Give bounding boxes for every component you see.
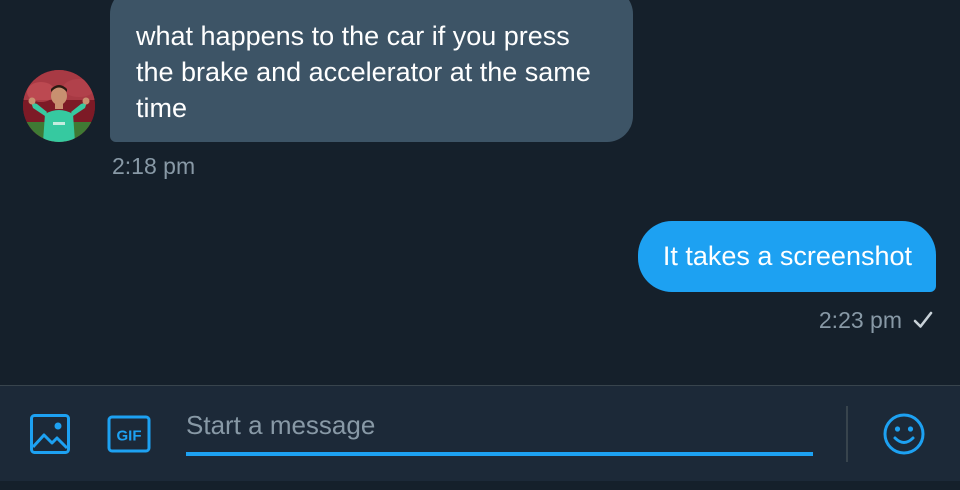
message-text: It takes a screenshot [662, 241, 912, 271]
outgoing-message-meta: 2:23 pm [819, 306, 934, 334]
composer-divider [846, 406, 848, 462]
message-text-line: time [136, 93, 188, 123]
sender-avatar[interactable] [23, 70, 95, 142]
incoming-message-bubble[interactable]: what happens to the car if you press the… [110, 0, 633, 142]
gif-label: GIF [117, 428, 142, 445]
image-icon[interactable] [29, 413, 71, 455]
message-input[interactable] [186, 404, 813, 456]
message-text-line: the brake and accelerator at the same [136, 57, 591, 87]
check-icon [912, 309, 934, 331]
gif-button[interactable]: GIF [107, 415, 151, 453]
bottom-edge [0, 481, 960, 490]
message-composer: GIF [0, 385, 960, 481]
incoming-message-timestamp: 2:18 pm [112, 153, 196, 179]
outgoing-message-timestamp: 2:23 pm [818, 307, 902, 333]
emoji-icon[interactable] [882, 412, 926, 456]
conversation-thread: what happens to the car if you press the… [0, 0, 960, 385]
outgoing-message-bubble[interactable]: It takes a screenshot [637, 221, 936, 292]
message-text-line: what happens to the car if you press [136, 21, 570, 51]
avatar-image [23, 70, 95, 142]
